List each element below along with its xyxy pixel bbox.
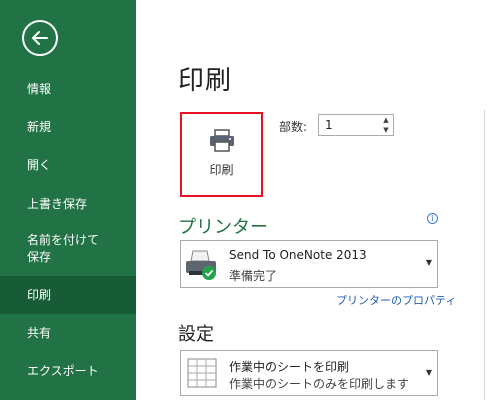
printer-device-icon <box>186 250 216 280</box>
copies-stepper[interactable]: 1 ▲ ▼ <box>318 114 394 136</box>
sidebar-item-open[interactable]: 開く <box>0 146 136 184</box>
backstage-sidebar: 情報 新規 開く 上書き保存 名前を付けて 保存 印刷 共有 エクスポート <box>0 0 136 400</box>
sidebar-item-info[interactable]: 情報 <box>0 70 136 108</box>
sidebar-item-label: 印刷 <box>27 287 52 302</box>
sidebar-item-label: 共有 <box>27 325 52 340</box>
sidebar-item-label: 情報 <box>27 81 52 96</box>
page-title: 印刷 <box>178 66 233 96</box>
back-arrow-icon <box>32 31 48 45</box>
print-button[interactable]: 印刷 <box>180 112 263 197</box>
copies-value: 1 <box>325 118 333 132</box>
sidebar-item-label: 新規 <box>27 119 52 134</box>
print-scope-dropdown[interactable]: 作業中のシートを印刷 作業中のシートのみを印刷します ▼ <box>180 350 438 396</box>
printer-dropdown[interactable]: Send To OneNote 2013 準備完了 ▼ <box>180 240 438 288</box>
sidebar-item-label: エクスポート <box>27 363 99 378</box>
copies-label: 部数: <box>279 120 308 134</box>
sidebar-item-share[interactable]: 共有 <box>0 314 136 352</box>
print-button-label: 印刷 <box>209 163 234 177</box>
increment-icon[interactable]: ▲ <box>379 115 393 125</box>
worksheet-grid-icon <box>187 358 217 388</box>
panel-divider <box>484 110 485 400</box>
sidebar-item-label: 名前を付けて 保存 <box>27 233 100 264</box>
chevron-down-icon: ▼ <box>425 368 432 377</box>
chevron-down-icon: ▼ <box>425 258 432 267</box>
sidebar-item-label: 上書き保存 <box>27 196 88 211</box>
info-icon[interactable]: i <box>427 213 438 224</box>
back-button[interactable] <box>22 20 58 56</box>
printer-properties-link[interactable]: プリンターのプロパティ <box>336 292 456 308</box>
print-scope-description: 作業中のシートのみを印刷します <box>229 377 410 391</box>
sidebar-item-save[interactable]: 上書き保存 <box>0 185 136 223</box>
sidebar-item-label: 開く <box>27 157 52 172</box>
print-scope-title: 作業中のシートを印刷 <box>229 360 350 374</box>
decrement-icon[interactable]: ▼ <box>379 125 393 135</box>
printer-status: 準備完了 <box>229 269 278 283</box>
sidebar-item-new[interactable]: 新規 <box>0 108 136 146</box>
settings-heading: 設定 <box>178 324 214 345</box>
printer-heading: プリンター <box>178 217 268 238</box>
printer-name: Send To OneNote 2013 <box>229 248 367 262</box>
sidebar-item-export[interactable]: エクスポート <box>0 352 136 390</box>
sidebar-item-print[interactable]: 印刷 <box>0 276 136 314</box>
printer-icon <box>210 129 234 152</box>
copies-spinner[interactable]: ▲ ▼ <box>379 115 393 135</box>
sidebar-item-save-as[interactable]: 名前を付けて 保存 <box>0 226 136 272</box>
